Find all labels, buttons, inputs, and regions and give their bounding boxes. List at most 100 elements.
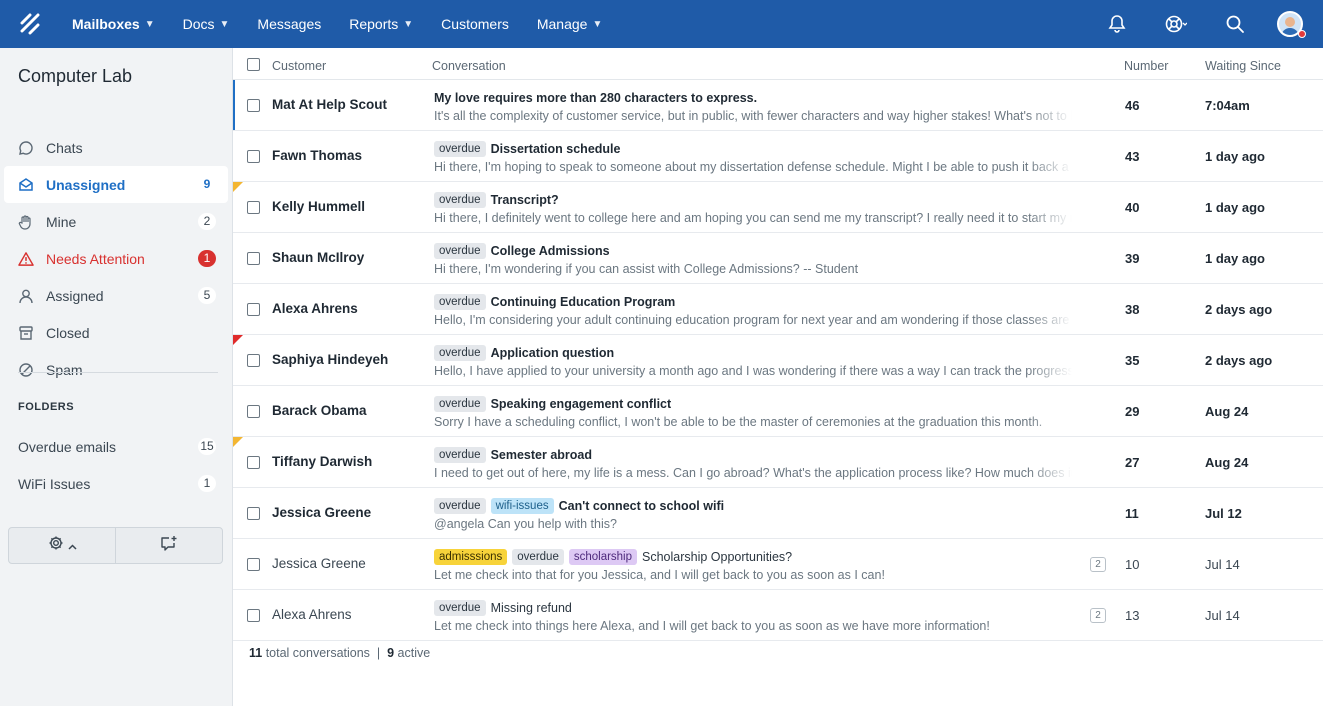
table-row[interactable]: Jessica Greene admisssions overdue scholars… — [233, 539, 1323, 590]
row-checkbox[interactable] — [247, 303, 260, 316]
thread-count-badge: 2 — [1090, 557, 1106, 572]
table-row[interactable]: Fawn Thomas overdue Dissertation schedule H… — [233, 131, 1323, 182]
divider — [18, 372, 218, 373]
conversation-subject: Missing refund — [490, 601, 572, 615]
conversation-number: 43 — [1125, 149, 1140, 164]
waiting-since: Jul 14 — [1205, 557, 1240, 572]
folder-label: Overdue emails — [18, 438, 117, 455]
nav-mailboxes[interactable]: Mailboxes ▼ — [58, 0, 169, 48]
tag-badge[interactable]: overdue — [434, 243, 486, 259]
waiting-since: 7:04am — [1205, 98, 1250, 113]
bell-icon[interactable] — [1103, 10, 1131, 38]
table-row[interactable]: Saphiya Hindeyeh overdue Application quest… — [233, 335, 1323, 386]
tag-badge[interactable]: overdue — [434, 192, 486, 208]
conversation-subject: Continuing Education Program — [490, 295, 676, 309]
new-conversation-button[interactable] — [115, 528, 222, 563]
conversation-cell: overdue Transcript? Hi there, I definitely… — [434, 191, 1074, 225]
tag-badge[interactable]: overdue — [434, 498, 486, 514]
tag-badge[interactable]: overdue — [434, 396, 486, 412]
row-checkbox[interactable] — [247, 456, 260, 469]
tag-badge[interactable]: overdue — [434, 447, 486, 463]
column-header-conversation[interactable]: Conversation — [432, 59, 506, 73]
row-checkbox[interactable] — [247, 99, 260, 112]
tag-badge[interactable]: overdue — [434, 600, 486, 616]
conversation-list: Customer Conversation Number Waiting Sin… — [233, 48, 1323, 706]
customer-name: Alexa Ahrens — [272, 607, 352, 622]
inbox-icon — [18, 177, 34, 193]
help-lifebuoy-icon[interactable] — [1159, 10, 1193, 38]
count-badge: 1 — [198, 475, 216, 492]
sidebar-action-bar — [8, 527, 223, 564]
sidebar-item-unassigned[interactable]: Unassigned 9 — [4, 166, 228, 203]
table-row[interactable]: Alexa Ahrens overdue Continuing Education … — [233, 284, 1323, 335]
sidebar-item-assigned[interactable]: Assigned 5 — [4, 277, 228, 314]
nav-messages[interactable]: Messages — [243, 0, 335, 48]
nav-reports[interactable]: Reports ▼ — [335, 0, 427, 48]
conversation-subject: Can't connect to school wifi — [558, 499, 725, 513]
mailbox-title[interactable]: Computer Lab — [18, 66, 132, 87]
tag-badge[interactable]: overdue — [434, 294, 486, 310]
new-chat-icon — [160, 535, 178, 557]
sidebar-item-chats[interactable]: Chats — [4, 129, 228, 166]
table-row[interactable]: Kelly Hummell overdue Transcript? Hi there,… — [233, 182, 1323, 233]
row-checkbox[interactable] — [247, 252, 260, 265]
table-row[interactable]: Shaun McIlroy overdue College Admissions Hi… — [233, 233, 1323, 284]
sidebar-folder-list: Chats Unassigned 9 Mine 2 Needs Attentio… — [4, 129, 228, 388]
row-checkbox[interactable] — [247, 558, 260, 571]
sidebar-item-spam[interactable]: Spam — [4, 351, 228, 388]
tag-badge[interactable]: overdue — [512, 549, 564, 565]
tag-badge[interactable]: scholarship — [568, 549, 638, 565]
nav-customers[interactable]: Customers — [427, 0, 523, 48]
sidebar-item-label: Spam — [46, 361, 83, 378]
conversation-count-footer: 11 total conversations | 9 active — [249, 646, 430, 660]
conversation-number: 29 — [1125, 404, 1140, 419]
column-header-waiting-since[interactable]: Waiting Since — [1205, 59, 1281, 73]
chevron-down-icon: ▼ — [144, 18, 155, 30]
row-checkbox[interactable] — [247, 507, 260, 520]
customer-name: Tiffany Darwish — [272, 454, 373, 469]
chevron-down-icon: ▼ — [592, 18, 603, 30]
table-row[interactable]: Barack Obama overdue Speaking engagement c… — [233, 386, 1323, 437]
nav-manage[interactable]: Manage ▼ — [523, 0, 617, 48]
customer-name: Fawn Thomas — [272, 148, 363, 163]
conversation-subject: Dissertation schedule — [490, 142, 621, 156]
count-badge: 2 — [198, 213, 216, 230]
search-icon[interactable] — [1221, 10, 1249, 38]
table-row[interactable]: Alexa Ahrens overdue Missing refund Let me … — [233, 590, 1323, 641]
waiting-since: 1 day ago — [1205, 251, 1265, 266]
sidebar-item-closed[interactable]: Closed — [4, 314, 228, 351]
row-checkbox[interactable] — [247, 201, 260, 214]
tag-badge[interactable]: admisssions — [434, 549, 508, 565]
sidebar-item-mine[interactable]: Mine 2 — [4, 203, 228, 240]
row-checkbox[interactable] — [247, 354, 260, 367]
folder-item-wifi-issues[interactable]: WiFi Issues 1 — [4, 465, 228, 502]
select-all-checkbox[interactable] — [247, 58, 260, 71]
conversation-number: 10 — [1125, 557, 1140, 572]
tag-badge[interactable]: wifi-issues — [490, 498, 554, 514]
conversation-preview: Hi there, I definitely went to college h… — [434, 211, 1072, 225]
row-checkbox[interactable] — [247, 405, 260, 418]
table-row[interactable]: Mat At Help Scout My love requires more t… — [233, 80, 1323, 131]
folder-item-overdue-emails[interactable]: Overdue emails 15 — [4, 428, 228, 465]
sidebar-item-label: Mine — [46, 213, 77, 230]
customer-name: Shaun McIlroy — [272, 250, 365, 265]
subject-line: overdue Dissertation schedule — [434, 140, 1074, 158]
logo-icon[interactable] — [16, 10, 44, 38]
table-row[interactable]: Jessica Greene overdue wifi-issues Can't co… — [233, 488, 1323, 539]
conversation-cell: overdue Dissertation schedule Hi there, I'… — [434, 140, 1074, 174]
column-header-number[interactable]: Number — [1124, 59, 1168, 73]
nav-docs[interactable]: Docs ▼ — [169, 0, 244, 48]
row-checkbox[interactable] — [247, 609, 260, 622]
settings-button[interactable] — [9, 528, 115, 563]
chat-bubble-icon — [18, 140, 34, 156]
row-checkbox[interactable] — [247, 150, 260, 163]
chevron-down-icon: ▼ — [403, 18, 414, 30]
tag-badge[interactable]: overdue — [434, 141, 486, 157]
column-header-customer[interactable]: Customer — [272, 59, 326, 73]
total-count: 11 — [249, 646, 263, 660]
table-row[interactable]: Tiffany Darwish overdue Semester abroad I n… — [233, 437, 1323, 488]
tag-badge[interactable]: overdue — [434, 345, 486, 361]
conversation-cell: overdue Speaking engagement conflict Sorry… — [434, 395, 1074, 429]
sidebar-item-needs-attention[interactable]: Needs Attention 1 — [4, 240, 228, 277]
waiting-since: Jul 14 — [1205, 608, 1240, 623]
